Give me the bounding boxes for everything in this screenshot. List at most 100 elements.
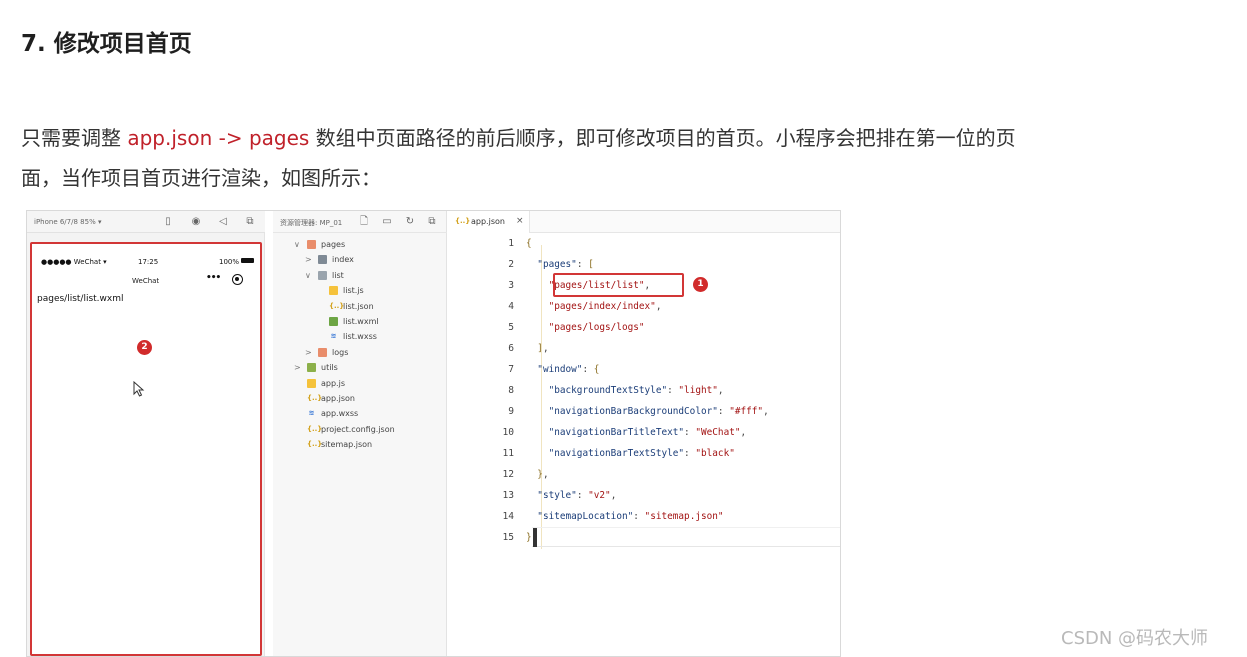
- chevron-right-icon[interactable]: >: [305, 345, 312, 360]
- new-file-icon[interactable]: 🗋: [358, 215, 370, 229]
- tree-item-label: logs: [332, 347, 349, 357]
- window-icon[interactable]: ⧉: [243, 215, 257, 229]
- watermark: CSDN @码农大师: [1061, 628, 1209, 649]
- volume-icon[interactable]: ◁: [216, 215, 230, 229]
- tree-item[interactable]: list.js: [273, 283, 447, 298]
- code-token: "v2": [588, 490, 611, 501]
- line-content: "pages/index/index",: [526, 296, 662, 317]
- tree-item-label: list.js: [343, 286, 364, 296]
- code-token: ,: [610, 490, 617, 501]
- signal-text: ●●●●● WeChat ▾: [41, 258, 107, 266]
- line-number: 6: [508, 343, 514, 354]
- para-text-3: 面，当作项目首页进行渲染，如图所示：: [21, 166, 381, 190]
- line-content: "backgroundTextStyle": "light",: [526, 380, 724, 401]
- tab-app-json[interactable]: {..} app.json ×: [448, 211, 530, 233]
- wifi-icon: ▾: [100, 258, 107, 266]
- tree-item-label: list.wxss: [343, 332, 377, 342]
- battery-icon: [241, 258, 255, 263]
- code-token: ,: [717, 385, 724, 396]
- tree-item[interactable]: ∨ pages: [273, 237, 447, 252]
- tree-item-label: app.wxss: [321, 409, 359, 419]
- line-content: "navigationBarBackgroundColor": "#fff",: [526, 401, 769, 422]
- tree-item-label: list.json: [343, 301, 374, 311]
- close-capsule-icon[interactable]: [232, 274, 243, 285]
- chevron-right-icon[interactable]: >: [305, 252, 312, 267]
- code-token: :: [576, 490, 589, 501]
- file-tree: ∨ pages > index ∨ list list.js {..} list.json lis…: [273, 237, 447, 452]
- code-token: "light": [678, 385, 718, 396]
- tree-item[interactable]: ≋ app.wxss: [273, 406, 447, 421]
- code-token: [: [588, 259, 594, 270]
- tree-item[interactable]: ≋ list.wxss: [273, 329, 447, 344]
- code-line: 7 "window": {: [448, 359, 840, 380]
- json-file-icon: {..}: [455, 217, 471, 225]
- json-icon: {..}: [307, 424, 323, 433]
- code-token: "pages/index/index": [548, 301, 656, 312]
- code-token: "sitemapLocation": [537, 511, 634, 522]
- line-number: 13: [502, 490, 514, 501]
- line-number: 10: [502, 427, 514, 438]
- line-number: 7: [508, 364, 514, 375]
- highlight-box-1: [553, 273, 684, 297]
- folder-icon: [318, 255, 327, 265]
- capsule-menu[interactable]: •••: [206, 273, 252, 289]
- tree-item[interactable]: {..} project.config.json: [273, 422, 447, 437]
- tree-item[interactable]: {..} sitemap.json: [273, 437, 447, 452]
- para-text-2: 数组中页面路径的前后顺序，即可修改项目的首页。小程序会把排在第一位的页: [309, 126, 1016, 150]
- js-icon: [329, 286, 338, 296]
- tree-item[interactable]: app.js: [273, 376, 447, 391]
- code-token: :: [667, 385, 679, 396]
- refresh-icon[interactable]: ↻: [404, 215, 416, 229]
- tree-item-label: app.js: [321, 378, 345, 388]
- tree-item-label: project.config.json: [321, 424, 395, 434]
- section-heading: 7. 修改项目首页: [21, 31, 192, 57]
- code-token: {: [593, 364, 600, 375]
- chevron-down-icon[interactable]: ∨: [305, 268, 311, 283]
- line-number: 9: [508, 406, 514, 417]
- tree-item[interactable]: {..} app.json: [273, 391, 447, 406]
- tree-item[interactable]: > logs: [273, 345, 447, 360]
- cursor-icon: [133, 381, 145, 397]
- phone-icon[interactable]: ▯: [161, 215, 175, 229]
- new-folder-icon[interactable]: ▭: [381, 215, 393, 229]
- line-content: {: [526, 233, 532, 254]
- line-number: 1: [508, 238, 514, 249]
- tree-item-label: list.wxml: [343, 316, 379, 326]
- tree-item[interactable]: list.wxml: [273, 314, 447, 329]
- code-token: "backgroundTextStyle": [548, 385, 668, 396]
- code-token: "sitemap.json": [644, 511, 724, 522]
- code-token: "pages/logs/logs": [548, 322, 645, 333]
- page-path-text: pages/list/list.wxml: [37, 294, 124, 304]
- line-content: }: [526, 527, 532, 548]
- line-number: 15: [502, 532, 514, 543]
- collapse-icon[interactable]: ⧉: [426, 215, 438, 229]
- code-token: :: [684, 427, 696, 438]
- tree-item[interactable]: ∨ list: [273, 268, 447, 283]
- line-content: "navigationBarTextStyle": "black": [526, 443, 735, 464]
- tree-item[interactable]: > utils: [273, 360, 447, 375]
- ide-screenshot: iPhone 6/7/8 85% ▾ ▯ ◉ ◁ ⧉ ●●●●● WeChat …: [26, 210, 841, 657]
- tree-item[interactable]: {..} list.json: [273, 299, 447, 314]
- close-icon[interactable]: ×: [516, 216, 524, 226]
- chevron-down-icon[interactable]: ∨: [294, 237, 300, 252]
- tree-item[interactable]: > index: [273, 252, 447, 267]
- text-caret: [533, 528, 537, 547]
- record-icon[interactable]: ◉: [189, 215, 203, 229]
- chevron-right-icon[interactable]: >: [294, 360, 301, 375]
- json-icon: {..}: [329, 301, 345, 310]
- folder-pages-icon: [307, 240, 316, 249]
- file-explorer: 资源管理器: MP_01 🗋 ▭ ↻ ⧉ ∨ pages > index ∨ list li…: [273, 211, 447, 656]
- json-icon: {..}: [307, 393, 323, 402]
- tree-item-label: list: [332, 270, 344, 280]
- more-icon[interactable]: •••: [206, 273, 221, 283]
- code-line: 10 "navigationBarTitleText": "WeChat",: [448, 422, 840, 443]
- explorer-header: 资源管理器: MP_01 🗋 ▭ ↻ ⧉: [273, 211, 447, 233]
- line-content: "navigationBarTitleText": "WeChat",: [526, 422, 747, 443]
- code-token: "WeChat": [695, 427, 741, 438]
- device-selector[interactable]: iPhone 6/7/8 85% ▾: [34, 218, 101, 226]
